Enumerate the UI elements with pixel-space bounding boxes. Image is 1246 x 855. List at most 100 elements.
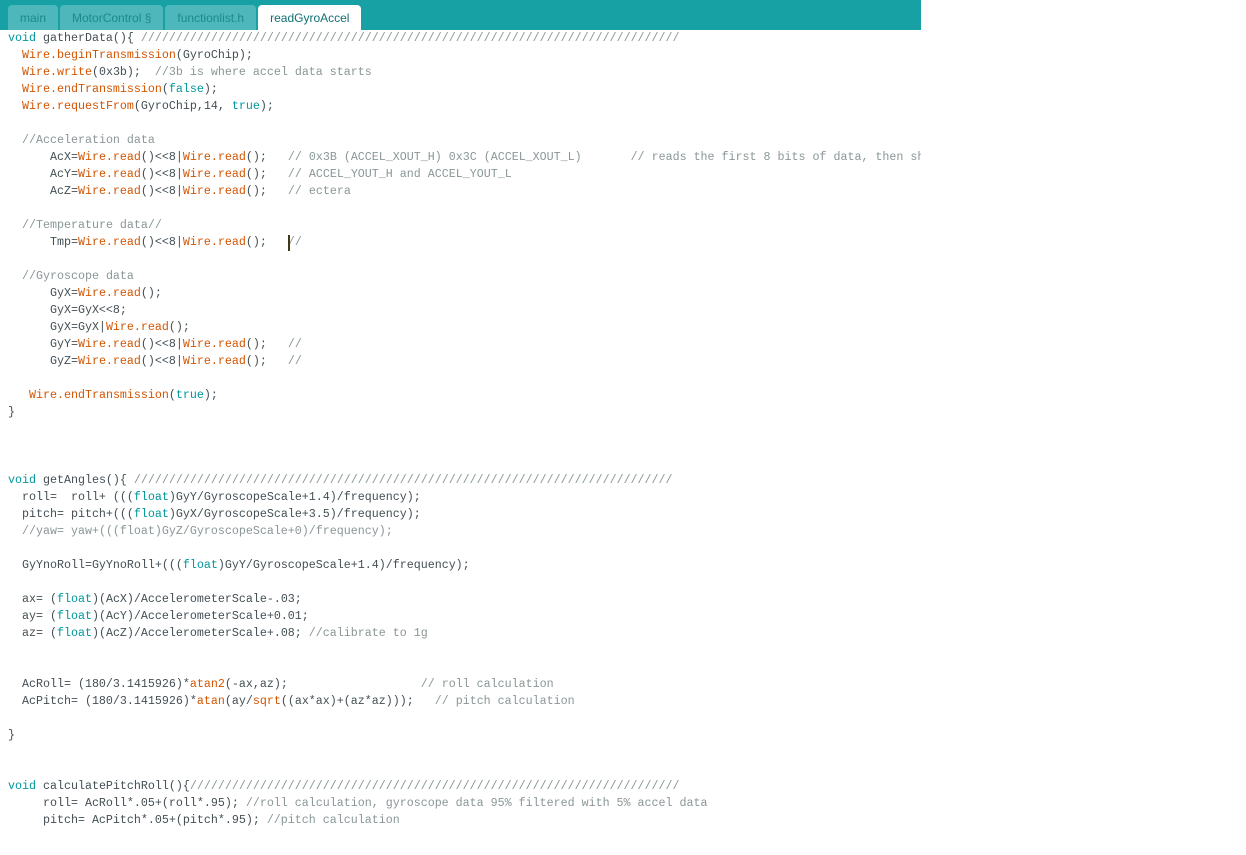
code-line[interactable] <box>8 540 921 557</box>
code-token: (ay/ <box>224 694 253 708</box>
code-line[interactable]: //yaw= yaw+(((float)GyZ/GyroscopeScale+0… <box>8 523 921 540</box>
code-line[interactable]: GyX=Wire.read(); <box>8 285 921 302</box>
code-token: GyX=GyX<<8; <box>8 303 127 317</box>
code-line[interactable] <box>8 642 921 659</box>
code-token: GyZ= <box>8 354 78 368</box>
code-line[interactable]: } <box>8 404 921 421</box>
code-line[interactable] <box>8 421 921 438</box>
code-line[interactable] <box>8 710 921 727</box>
code-line[interactable]: GyYnoRoll=GyYnoRoll+(((float)GyY/Gyrosco… <box>8 557 921 574</box>
code-line[interactable]: az= (float)(AcZ)/AccelerometerScale+.08;… <box>8 625 921 642</box>
keyword-token: float <box>56 626 92 640</box>
code-editor[interactable]: void gatherData(){ /////////////////////… <box>0 30 921 855</box>
code-line[interactable]: AcY=Wire.read()<<8|Wire.read(); // ACCEL… <box>8 166 921 183</box>
code-line[interactable]: pitch= AcPitch*.05+(pitch*.95); //pitch … <box>8 812 921 829</box>
code-token: ay= ( <box>8 609 57 623</box>
code-line[interactable]: AcX=Wire.read()<<8|Wire.read(); // 0x3B … <box>8 149 921 166</box>
code-line[interactable]: Wire.endTransmission(false); <box>8 81 921 98</box>
code-line[interactable] <box>8 659 921 676</box>
code-line[interactable]: GyX=GyX|Wire.read(); <box>8 319 921 336</box>
code-token: pitch= pitch+((( <box>8 507 134 521</box>
code-token: ()<<8| <box>140 235 183 249</box>
code-token: ()<<8| <box>140 184 183 198</box>
function-token: Wire.read <box>182 150 246 164</box>
code-token: } <box>8 728 15 742</box>
code-token: ); <box>203 388 218 402</box>
code-token: GyYnoRoll=GyYnoRoll+((( <box>8 558 183 572</box>
code-line[interactable] <box>8 438 921 455</box>
comment-token: // pitch calculation <box>434 694 575 708</box>
code-token: (); <box>245 235 288 249</box>
code-line[interactable]: Wire.requestFrom(GyroChip,14, true); <box>8 98 921 115</box>
code-line[interactable]: Wire.beginTransmission(GyroChip); <box>8 47 921 64</box>
keyword-token: void <box>8 31 36 45</box>
keyword-token: float <box>133 490 169 504</box>
code-line[interactable]: pitch= pitch+(((float)GyX/GyroscopeScale… <box>8 506 921 523</box>
code-line[interactable] <box>8 251 921 268</box>
comment-token: //yaw= yaw+(((float)GyZ/GyroscopeScale+0… <box>22 524 393 538</box>
code-line[interactable]: Wire.endTransmission(true); <box>8 387 921 404</box>
function-token: Wire.endTransmission <box>22 82 162 96</box>
code-line[interactable]: roll= roll+ (((float)GyY/GyroscopeScale+… <box>8 489 921 506</box>
code-line[interactable]: //Gyroscope data <box>8 268 921 285</box>
tab-motorcontrol[interactable]: MotorControl § <box>60 5 164 31</box>
function-token: Wire.read <box>77 354 141 368</box>
code-token: calculatePitchRoll(){ <box>35 779 190 793</box>
code-token: ( <box>168 388 176 402</box>
function-token: Wire.read <box>77 286 141 300</box>
function-token: Wire.beginTransmission <box>22 48 176 62</box>
code-line[interactable]: //Acceleration data <box>8 132 921 149</box>
code-token: (); <box>245 354 288 368</box>
comment-token: // 0x3B (ACCEL_XOUT_H) 0x3C (ACCEL_XOUT_… <box>287 150 921 164</box>
code-line[interactable]: AcZ=Wire.read()<<8|Wire.read(); // ecter… <box>8 183 921 200</box>
code-line[interactable] <box>8 744 921 761</box>
keyword-token: false <box>168 82 204 96</box>
keyword-token: float <box>56 609 92 623</box>
code-line[interactable]: void getAngles(){ //////////////////////… <box>8 472 921 489</box>
code-token: ((ax*ax)+(az*az))); <box>280 694 435 708</box>
code-line[interactable]: AcRoll= (180/3.1415926)*atan2(-ax,az); /… <box>8 676 921 693</box>
code-line[interactable] <box>8 455 921 472</box>
code-token: AcPitch= (180/3.1415926)* <box>8 694 197 708</box>
code-line[interactable] <box>8 115 921 132</box>
code-token: (); <box>245 337 288 351</box>
comment-token: // roll calculation <box>420 677 554 691</box>
function-token: Wire.read <box>77 150 141 164</box>
code-token: ()<<8| <box>140 337 183 351</box>
code-line[interactable]: //Temperature data// <box>8 217 921 234</box>
code-line[interactable]: AcPitch= (180/3.1415926)*atan(ay/sqrt((a… <box>8 693 921 710</box>
tab-functionlist-h[interactable]: functionlist.h <box>165 5 257 31</box>
code-line[interactable]: ay= (float)(AcY)/AccelerometerScale+0.01… <box>8 608 921 625</box>
code-line[interactable]: GyY=Wire.read()<<8|Wire.read(); // <box>8 336 921 353</box>
function-token: Wire.read <box>182 184 246 198</box>
code-line[interactable] <box>8 370 921 387</box>
comment-token: // ACCEL_YOUT_H and ACCEL_YOUT_L <box>287 167 512 181</box>
code-line[interactable]: GyX=GyX<<8; <box>8 302 921 319</box>
code-line[interactable]: roll= AcRoll*.05+(roll*.95); //roll calc… <box>8 795 921 812</box>
function-token: atan <box>196 694 225 708</box>
function-token: Wire.read <box>182 167 246 181</box>
code-line[interactable]: Wire.write(0x3b); //3b is where accel da… <box>8 64 921 81</box>
code-line[interactable]: Tmp=Wire.read()<<8|Wire.read(); // <box>8 234 921 251</box>
code-line[interactable]: void calculatePitchRoll(){//////////////… <box>8 778 921 795</box>
comment-token: //Temperature data// <box>22 218 162 232</box>
code-token: ()<<8| <box>140 150 183 164</box>
tab-label: functionlist.h <box>177 11 245 25</box>
comment-token: // ectera <box>287 184 351 198</box>
code-token: )GyY/GyroscopeScale+1.4)/frequency); <box>168 490 421 504</box>
code-token: AcZ= <box>8 184 78 198</box>
tab-main[interactable]: main <box>8 5 59 31</box>
comment-token: //Gyroscope data <box>22 269 134 283</box>
code-line[interactable] <box>8 200 921 217</box>
code-line[interactable]: void gatherData(){ /////////////////////… <box>8 30 921 47</box>
tab-label: main <box>20 11 47 25</box>
code-line[interactable] <box>8 761 921 778</box>
code-line[interactable]: GyZ=Wire.read()<<8|Wire.read(); // <box>8 353 921 370</box>
code-line[interactable]: } <box>8 727 921 744</box>
tab-readgyroaccel[interactable]: readGyroAccel <box>258 5 362 31</box>
code-line[interactable]: ax= (float)(AcX)/AccelerometerScale-.03; <box>8 591 921 608</box>
code-line[interactable] <box>8 574 921 591</box>
code-token: (0x3b); <box>91 65 155 79</box>
